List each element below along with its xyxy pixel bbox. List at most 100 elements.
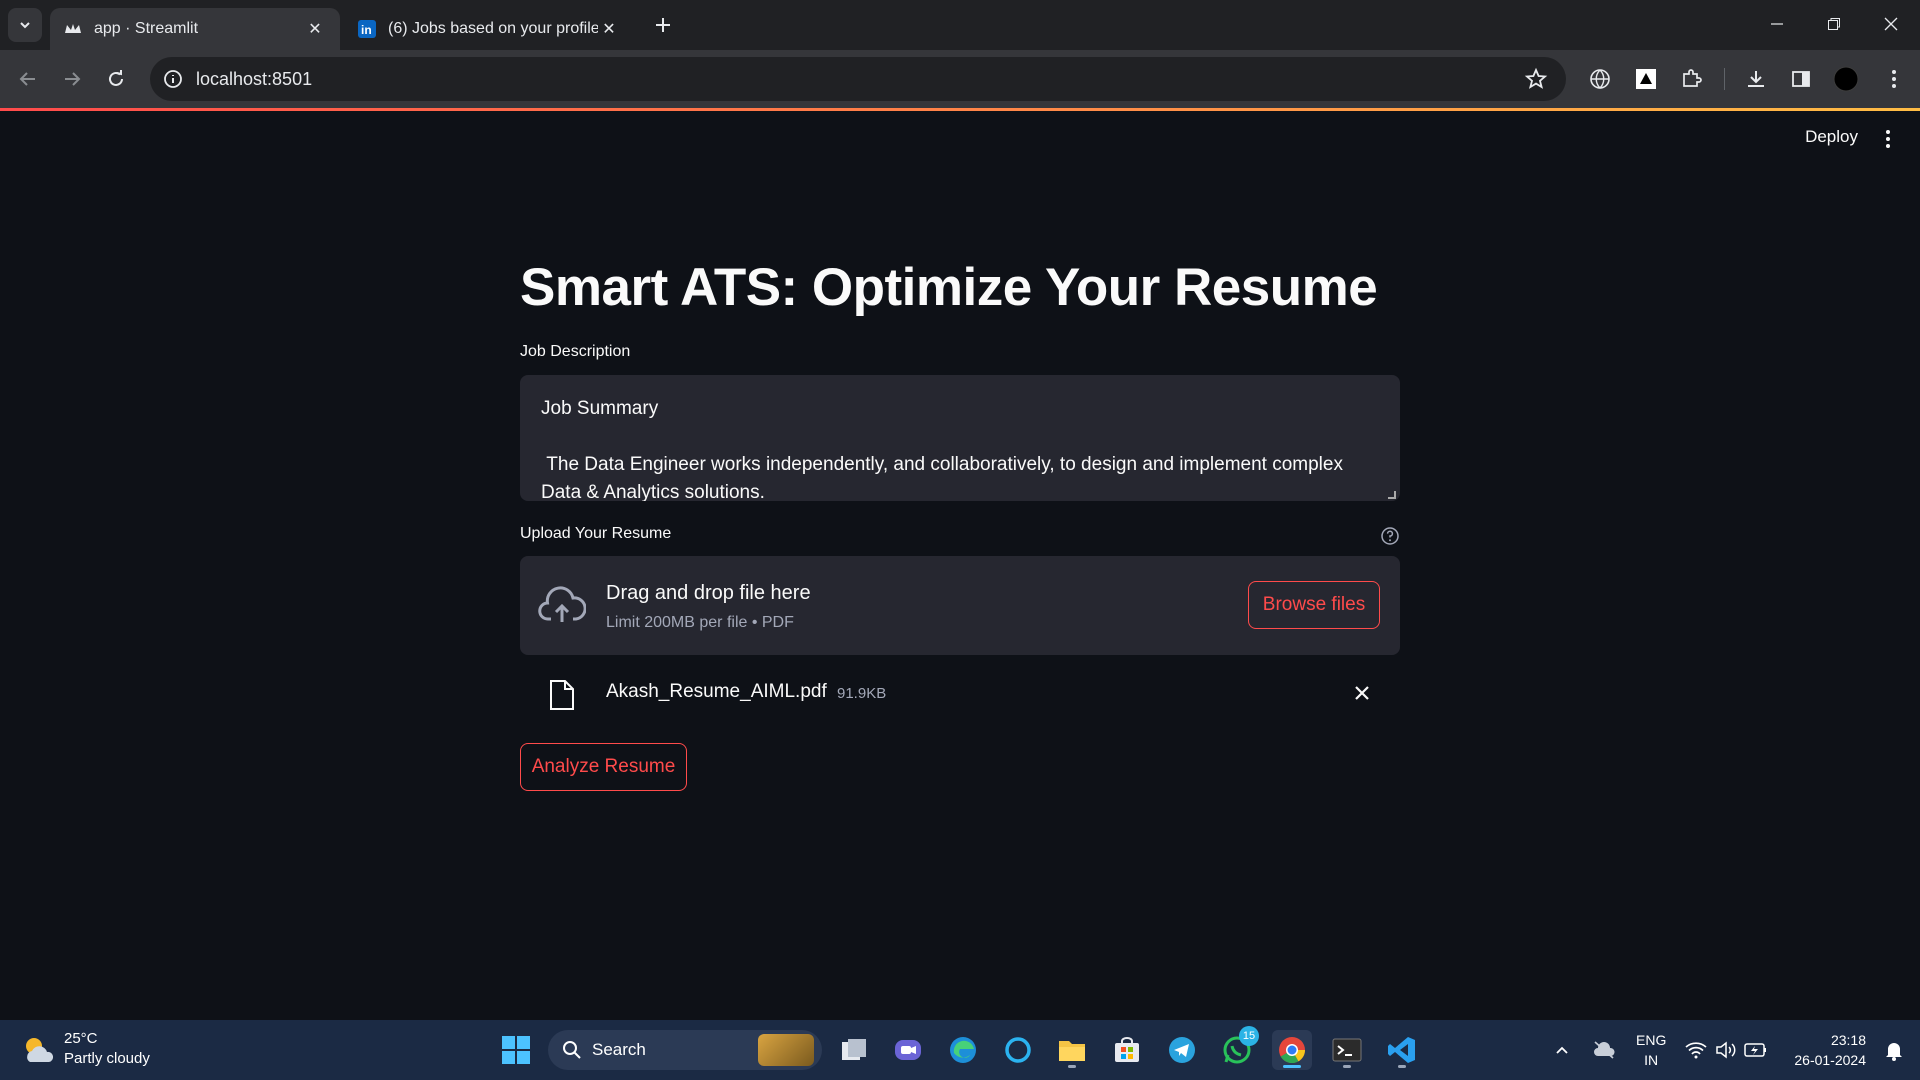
edge-browser-button[interactable]	[943, 1030, 983, 1070]
browser-menu-button[interactable]	[1880, 65, 1908, 93]
onedrive-status[interactable]	[1592, 1038, 1616, 1062]
close-icon[interactable]	[1352, 683, 1372, 703]
battery-charging-icon	[1744, 1043, 1766, 1057]
chevron-up-icon	[1556, 1046, 1568, 1054]
battery-status[interactable]	[1744, 1038, 1768, 1062]
restore-button[interactable]	[1805, 0, 1863, 48]
input-language[interactable]: ENG IN	[1636, 1030, 1666, 1070]
kebab-menu-icon[interactable]	[1876, 127, 1900, 151]
language-code: ENG	[1636, 1032, 1667, 1048]
running-indicator	[1398, 1065, 1406, 1068]
address-bar[interactable]: localhost:8501	[150, 57, 1566, 101]
close-icon[interactable]: ✕	[304, 18, 326, 40]
clock-date: 26-01-2024	[1794, 1052, 1866, 1068]
chrome-button[interactable]	[1272, 1030, 1312, 1070]
deploy-button[interactable]: Deploy	[1805, 127, 1858, 147]
job-description-textarea[interactable]: Job Summary The Data Engineer works inde…	[520, 375, 1400, 501]
task-view-icon	[842, 1039, 866, 1060]
whatsapp-button[interactable]: 15	[1217, 1026, 1259, 1070]
browser-toolbar: localhost:8501	[0, 50, 1920, 108]
microsoft-store-button[interactable]	[1107, 1030, 1147, 1070]
extensions-menu-button[interactable]	[1677, 65, 1705, 93]
close-icon[interactable]: ✕	[598, 18, 620, 40]
store-bag-icon	[1115, 1037, 1139, 1062]
cortana-button[interactable]	[998, 1030, 1038, 1070]
chat-camera-icon	[895, 1040, 921, 1060]
clock-time: 23:18	[1830, 1032, 1866, 1048]
help-icon[interactable]	[1380, 526, 1400, 546]
search-highlight-image	[758, 1034, 814, 1066]
telegram-icon	[1169, 1037, 1195, 1063]
start-button[interactable]	[496, 1030, 536, 1070]
tab-search-button[interactable]	[8, 8, 42, 42]
tab-streamlit-app[interactable]: app · Streamlit ✕	[50, 8, 340, 50]
region-code: IN	[1644, 1052, 1659, 1068]
taskbar-search[interactable]: Search	[548, 1030, 822, 1070]
network-status[interactable]	[1684, 1038, 1708, 1062]
linkedin-icon: in	[358, 20, 376, 38]
bookmark-star-icon[interactable]	[1524, 67, 1548, 91]
wifi-icon	[1685, 1042, 1707, 1059]
new-tab-button[interactable]	[650, 12, 676, 38]
downloads-button[interactable]	[1742, 65, 1770, 93]
file-dropzone[interactable]: Drag and drop file here Limit 200MB per …	[520, 556, 1400, 655]
terminal-icon	[1332, 1038, 1362, 1062]
vscode-icon	[1388, 1037, 1415, 1063]
task-view-button[interactable]	[834, 1030, 874, 1070]
cloud-upload-icon	[538, 586, 586, 622]
reload-button[interactable]	[100, 63, 132, 95]
forward-button[interactable]	[56, 63, 88, 95]
textarea-line: Job Summary	[541, 398, 659, 419]
textarea-line: Data & Analytics solutions.	[541, 482, 765, 501]
site-info-icon[interactable]	[162, 68, 184, 90]
toolbar-divider	[1724, 68, 1725, 90]
search-icon	[563, 1041, 581, 1059]
show-hidden-icons-button[interactable]	[1550, 1038, 1574, 1062]
back-button[interactable]	[12, 63, 44, 95]
close-window-button[interactable]	[1862, 0, 1920, 48]
analyze-resume-button[interactable]: Analyze Resume	[520, 743, 687, 791]
cortana-ring-icon	[1005, 1037, 1031, 1063]
running-indicator	[1283, 1065, 1301, 1068]
extension-app-icon	[1636, 69, 1656, 89]
side-panel-button[interactable]	[1787, 65, 1815, 93]
vscode-button[interactable]	[1382, 1030, 1422, 1070]
partly-cloudy-icon[interactable]	[20, 1032, 56, 1068]
file-name: Akash_Resume_AIML.pdf	[606, 681, 827, 702]
restore-icon	[1828, 18, 1840, 30]
translate-extension-button[interactable]	[1586, 65, 1614, 93]
resize-handle[interactable]	[1388, 491, 1396, 499]
speaker-icon	[1716, 1041, 1736, 1059]
telegram-button[interactable]	[1162, 1030, 1202, 1070]
textarea-line: The Data Engineer works independently, a…	[541, 454, 1343, 475]
browser-tab-bar: app · Streamlit ✕ in (6) Jobs based on y…	[0, 0, 1920, 50]
tab-linkedin-jobs[interactable]: in (6) Jobs based on your profile | ✕	[344, 8, 634, 50]
kebab-menu-icon	[1892, 70, 1896, 88]
close-icon	[1884, 17, 1898, 31]
upload-resume-label: Upload Your Resume	[520, 525, 672, 542]
browse-files-button[interactable]: Browse files	[1248, 581, 1380, 629]
avatar-icon	[1833, 66, 1859, 92]
terminal-button[interactable]	[1327, 1030, 1367, 1070]
arrow-left-icon	[19, 72, 35, 86]
teams-chat-button[interactable]	[888, 1030, 928, 1070]
dropzone-subtitle: Limit 200MB per file • PDF	[606, 614, 794, 631]
running-indicator	[1068, 1065, 1076, 1068]
notification-bell-icon[interactable]	[1882, 1038, 1906, 1062]
chrome-icon	[1279, 1037, 1306, 1064]
minimize-button[interactable]	[1748, 0, 1806, 48]
volume-control[interactable]	[1714, 1038, 1738, 1062]
system-clock[interactable]: 23:18 26-01-2024	[1794, 1030, 1866, 1070]
streamlit-header: Deploy	[0, 111, 1920, 167]
url-text: localhost:8501	[196, 69, 313, 89]
tab-title: (6) Jobs based on your profile |	[388, 20, 598, 37]
folder-icon	[1059, 1041, 1085, 1061]
tab-title: app · Streamlit	[94, 20, 199, 37]
search-label: Search	[592, 1040, 646, 1059]
file-explorer-button[interactable]	[1052, 1030, 1092, 1070]
reload-icon	[109, 70, 123, 86]
profile-avatar[interactable]	[1832, 65, 1860, 93]
cloud-offline-icon	[1594, 1041, 1615, 1059]
minimize-icon	[1771, 23, 1783, 25]
extension-button[interactable]	[1632, 65, 1660, 93]
